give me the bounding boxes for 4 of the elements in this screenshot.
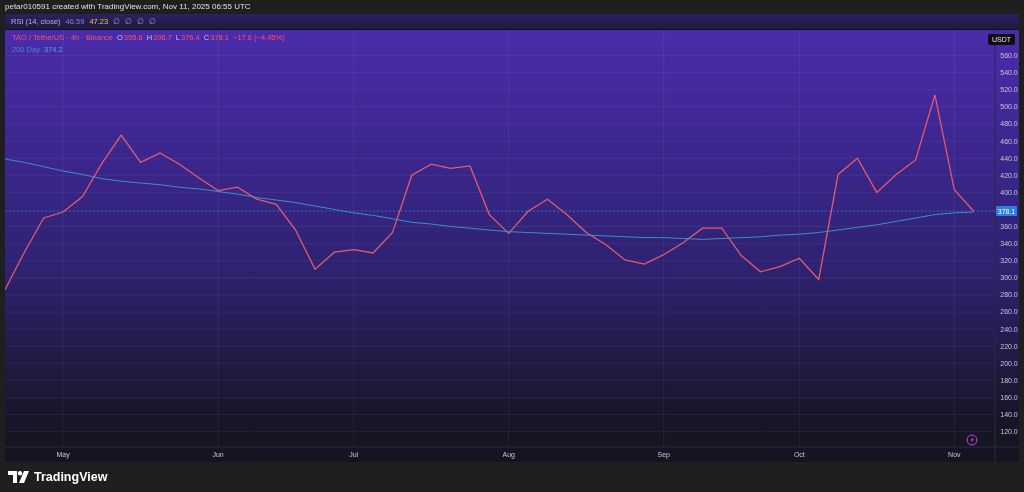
logo-icon	[8, 471, 30, 483]
chart-caption: petar010591 created with TradingView.com, Nov 11, 2025 06:55 UTC	[4, 1, 252, 13]
brand-name: TradingView	[34, 470, 108, 484]
lightning-icon[interactable]	[966, 434, 978, 446]
